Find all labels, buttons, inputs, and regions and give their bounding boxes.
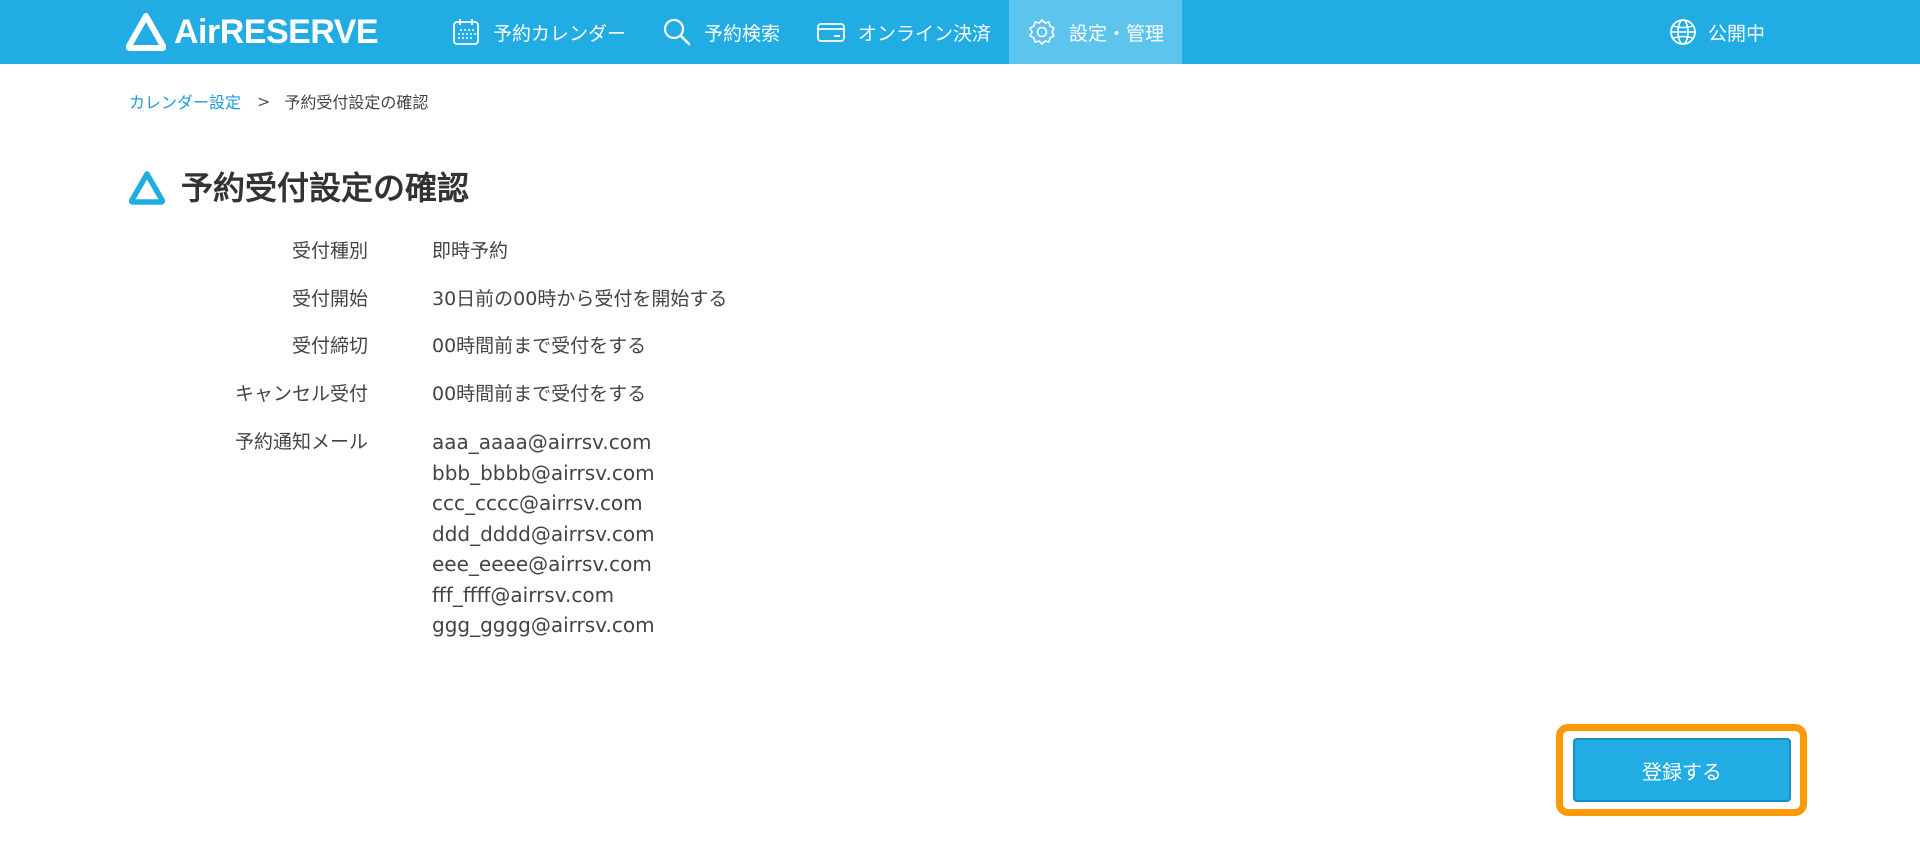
triangle-logo-icon (128, 171, 166, 205)
breadcrumb-separator: > (257, 91, 271, 111)
top-header: AirRESERVE 予約カレンダー 予約検索 オンライン決済 設定・管理 公開… (0, 0, 1920, 64)
setting-row-start: 受付開始 30日前の00時から受付を開始する (0, 284, 900, 314)
setting-row-cancel: キャンセル受付 00時間前まで受付をする (0, 379, 900, 409)
gear-icon (1027, 17, 1057, 47)
notification-email: ggg_gggg@airrsv.com (432, 613, 655, 637)
setting-row-deadline: 受付締切 00時間前まで受付をする (0, 331, 900, 361)
notification-email: ddd_dddd@airrsv.com (432, 521, 655, 546)
nav-settings[interactable]: 設定・管理 (1009, 0, 1183, 64)
credit-card-icon (816, 17, 846, 47)
brand-name: AirRESERVE (174, 13, 379, 51)
publish-status-label: 公開中 (1708, 22, 1766, 45)
nav-search-label: 予約検索 (704, 22, 781, 45)
breadcrumb: カレンダー設定 > 予約受付設定の確認 (129, 89, 428, 113)
notification-email-list: aaa_aaaa@airrsv.com bbb_bbbb@airrsv.com … (432, 427, 655, 641)
register-button[interactable]: 登録する (1573, 738, 1791, 802)
nav-settings-label: 設定・管理 (1069, 22, 1165, 45)
setting-type-label: 受付種別 (291, 240, 368, 262)
breadcrumb-calendar-settings-link[interactable]: カレンダー設定 (129, 89, 241, 113)
setting-row-type: 受付種別 即時予約 (0, 236, 900, 266)
notification-email: bbb_bbbb@airrsv.com (432, 460, 655, 485)
setting-start-label: 受付開始 (291, 288, 368, 310)
main-nav: 予約カレンダー 予約検索 オンライン決済 設定・管理 (433, 0, 1183, 64)
nav-calendar[interactable]: 予約カレンダー (433, 0, 644, 64)
nav-search[interactable]: 予約検索 (644, 0, 798, 64)
notification-email: ccc_cccc@airrsv.com (432, 491, 643, 515)
breadcrumb-current: 予約受付設定の確認 (284, 93, 429, 112)
search-icon (662, 17, 692, 47)
nav-online-payment[interactable]: オンライン決済 (798, 0, 1009, 64)
setting-notification-label: 予約通知メール (234, 431, 368, 453)
notification-email: eee_eeee@airrsv.com (432, 552, 652, 576)
nav-online-payment-label: オンライン決済 (858, 22, 992, 45)
airreserve-logo[interactable]: AirRESERVE (126, 12, 379, 52)
globe-icon (1668, 17, 1698, 47)
page-title: 予約受付設定の確認 (181, 169, 470, 207)
setting-start-value: 30日前の00時から受付を開始する (432, 288, 728, 310)
setting-cancel-value: 00時間前まで受付をする (432, 383, 647, 405)
setting-cancel-label: キャンセル受付 (234, 383, 368, 405)
setting-deadline-value: 00時間前まで受付をする (432, 335, 647, 357)
calendar-icon (451, 17, 481, 47)
setting-type-value: 即時予約 (432, 240, 509, 262)
setting-row-notification: 予約通知メール aaa_aaaa@airrsv.com bbb_bbbb@air… (0, 427, 900, 647)
airreserve-logo-icon (126, 13, 166, 51)
notification-email: aaa_aaaa@airrsv.com (432, 430, 652, 454)
publish-status[interactable]: 公開中 (1668, 0, 1765, 64)
notification-email: fff_ffff@airrsv.com (432, 582, 615, 607)
page-header: 予約受付設定の確認 (128, 164, 469, 212)
setting-deadline-label: 受付締切 (291, 335, 368, 357)
nav-calendar-label: 予約カレンダー (493, 22, 627, 45)
